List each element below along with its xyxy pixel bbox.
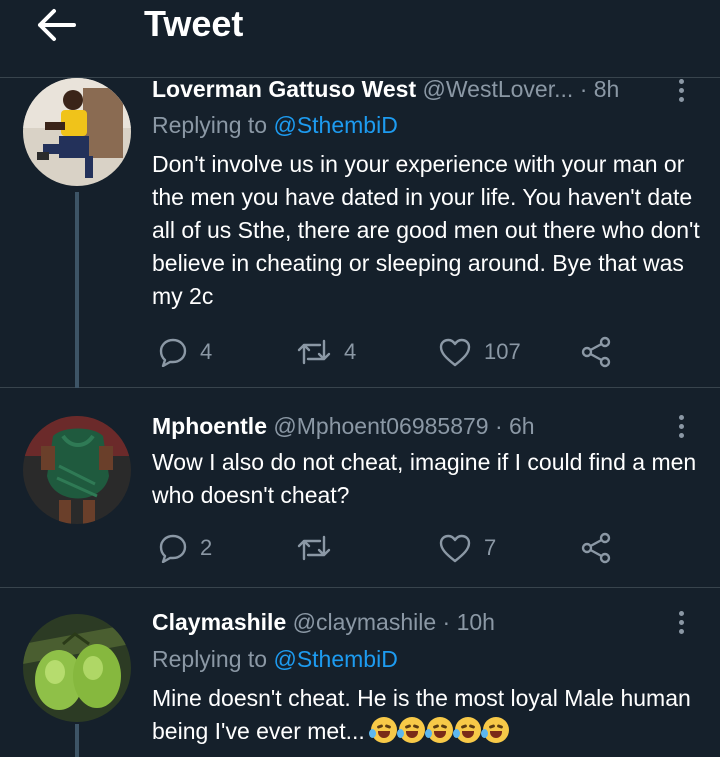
dot-icon <box>678 415 684 420</box>
top-bar: Tweet <box>0 0 720 78</box>
dot-icon <box>678 620 684 625</box>
avatar[interactable] <box>23 614 131 722</box>
handle[interactable]: @WestLover... <box>423 76 574 102</box>
share-button[interactable] <box>580 334 612 370</box>
handle[interactable]: @Mphoent06985879 <box>273 413 488 439</box>
retweet-icon <box>297 339 331 365</box>
share-icon <box>581 532 611 564</box>
tweet-item[interactable]: Claymashile @claymashile · 10h Replying … <box>0 588 720 757</box>
back-button[interactable] <box>34 6 78 44</box>
thread-connector-line <box>75 724 79 757</box>
dot-icon <box>678 79 684 84</box>
replying-label: Replying to <box>152 112 268 138</box>
reply-button[interactable]: 2 <box>158 530 212 566</box>
page-title: Tweet <box>144 3 244 44</box>
timestamp[interactable]: · 6h <box>495 413 535 439</box>
like-button[interactable]: 7 <box>438 530 496 566</box>
emoji-group <box>369 717 511 752</box>
tweet-actions: 4 4 107 <box>152 334 632 370</box>
mention-link[interactable]: @SthembiD <box>273 646 397 672</box>
tweet-header: Mphoentle @Mphoent06985879 · 6h <box>152 411 690 441</box>
dot-icon <box>678 433 684 438</box>
avatar[interactable] <box>23 416 131 524</box>
reply-button[interactable]: 4 <box>158 334 212 370</box>
replying-to: Replying to @SthembiD <box>152 110 398 140</box>
avatar-photo <box>23 416 131 524</box>
dot-icon <box>678 424 684 429</box>
more-options-button[interactable] <box>676 412 686 442</box>
tweet-text: Wow I also do not cheat, imagine if I co… <box>152 449 697 508</box>
display-name[interactable]: Loverman Gattuso West <box>152 76 416 102</box>
dot-icon <box>678 629 684 634</box>
tweet-text: Mine doesn't cheat. He is the most loyal… <box>152 682 700 752</box>
rolling-on-floor-laughing-emoji <box>397 717 426 743</box>
tweet-header: Loverman Gattuso West @WestLover... · 8h <box>152 74 690 104</box>
tweet-actions: 2 7 <box>152 530 632 566</box>
reply-count: 4 <box>200 339 213 364</box>
retweet-icon <box>297 535 331 561</box>
reply-icon <box>159 338 187 367</box>
rolling-on-floor-laughing-emoji <box>453 717 482 743</box>
heart-icon <box>439 534 471 563</box>
arrow-left-icon <box>38 9 76 41</box>
avatar-photo <box>23 78 131 186</box>
tweet-header: Claymashile @claymashile · 10h <box>152 607 690 637</box>
reply-icon <box>159 534 187 563</box>
share-icon <box>581 336 611 368</box>
share-button[interactable] <box>580 530 612 566</box>
replying-to: Replying to @SthembiD <box>152 644 398 674</box>
dot-icon <box>678 611 684 616</box>
retweet-button[interactable] <box>296 530 332 566</box>
reply-count: 2 <box>200 535 213 560</box>
replying-label: Replying to <box>152 646 268 672</box>
more-options-button[interactable] <box>676 76 686 106</box>
retweet-button[interactable]: 4 <box>296 334 356 370</box>
like-button[interactable]: 107 <box>438 334 521 370</box>
tweet-text: Don't involve us in your experience with… <box>152 151 700 309</box>
more-options-button[interactable] <box>676 608 686 638</box>
avatar[interactable] <box>23 78 131 186</box>
tweet-item[interactable]: Loverman Gattuso West @WestLover... · 8h… <box>0 76 720 388</box>
handle[interactable]: @claymashile <box>293 609 437 635</box>
retweet-count: 4 <box>344 339 357 364</box>
timestamp[interactable]: · 10h <box>443 609 495 635</box>
dot-icon <box>678 88 684 93</box>
display-name[interactable]: Mphoentle <box>152 413 267 439</box>
heart-icon <box>439 338 471 367</box>
rolling-on-floor-laughing-emoji <box>369 717 398 743</box>
tweet-item[interactable]: Mphoentle @Mphoent06985879 · 6h Wow I al… <box>0 388 720 588</box>
rolling-on-floor-laughing-emoji <box>481 717 510 743</box>
timestamp[interactable]: · 8h <box>580 76 620 102</box>
rolling-on-floor-laughing-emoji <box>425 717 454 743</box>
tweet-thread-screen: Tweet Loverman Gattuso West @WestLover..… <box>0 0 720 757</box>
avatar-photo <box>23 614 131 722</box>
like-count: 7 <box>484 535 497 560</box>
thread-connector-line <box>75 192 79 388</box>
display-name[interactable]: Claymashile <box>152 609 286 635</box>
like-count: 107 <box>484 339 521 364</box>
mention-link[interactable]: @SthembiD <box>273 112 397 138</box>
dot-icon <box>678 97 684 102</box>
